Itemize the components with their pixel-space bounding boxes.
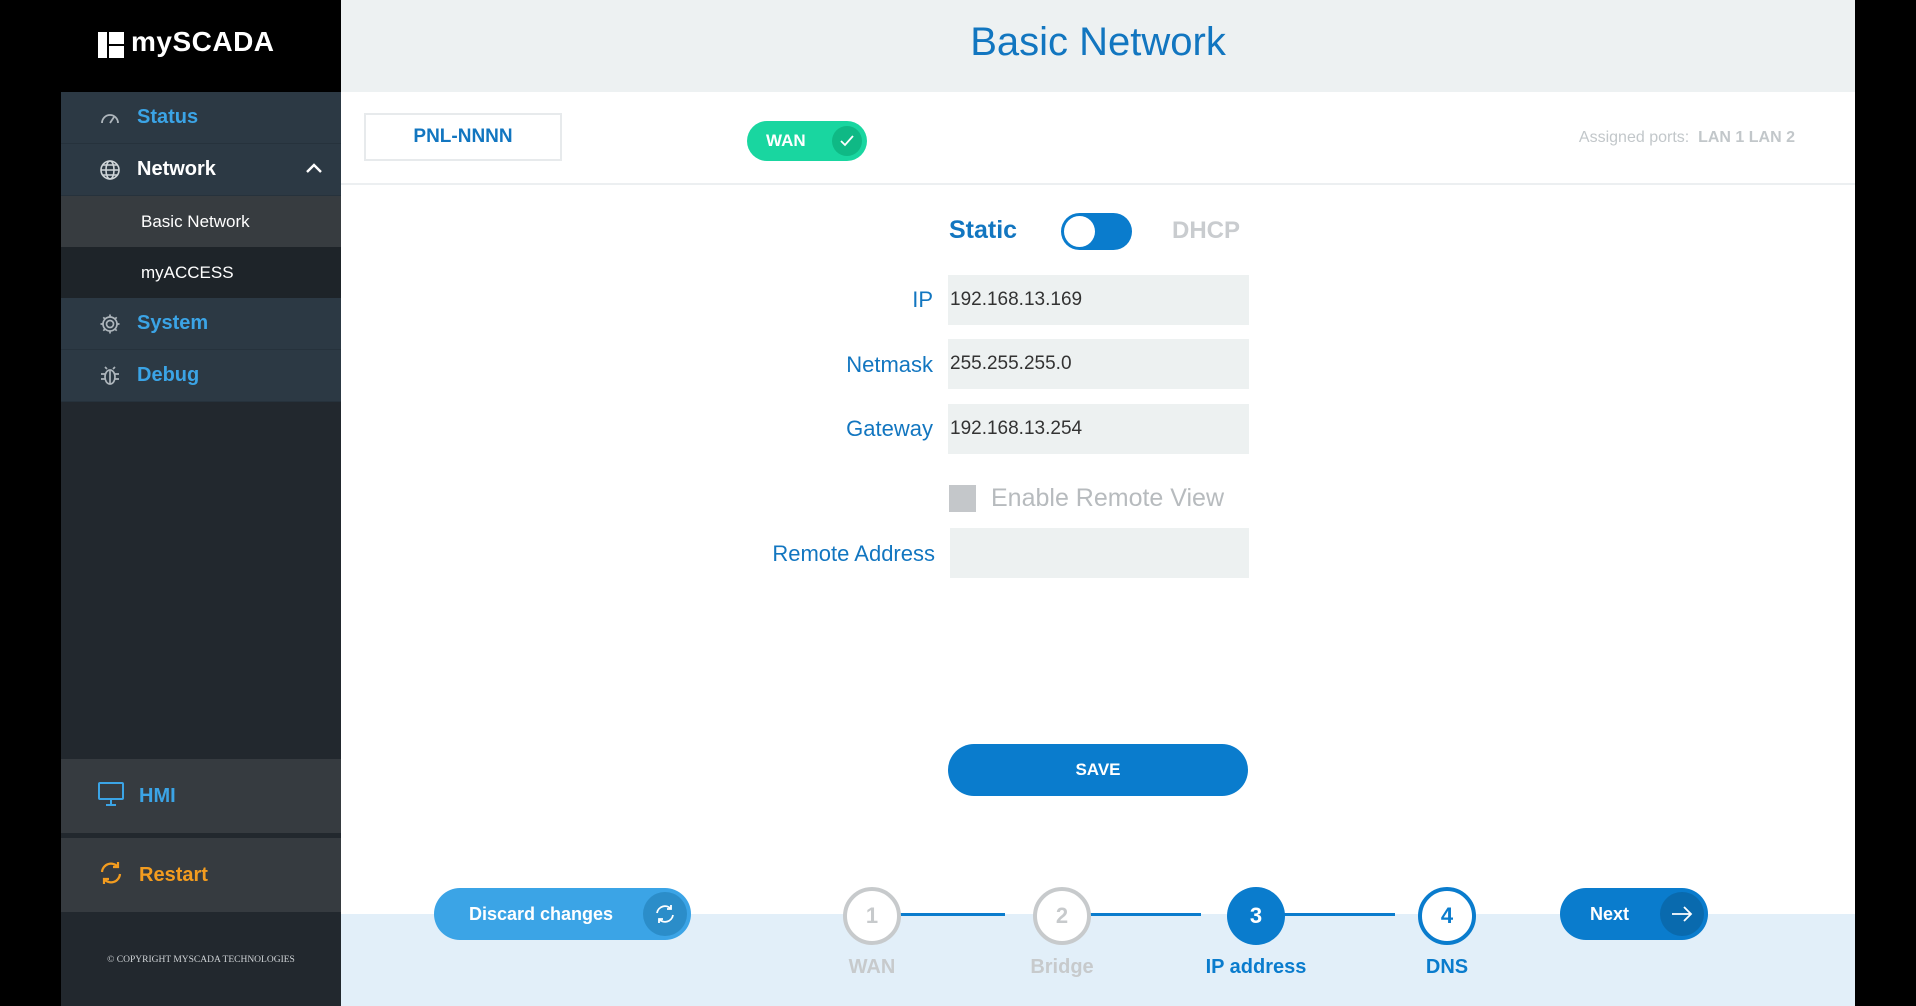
remote-address-label: Remote Address (772, 541, 935, 566)
step-1-wan[interactable]: 1 (843, 887, 901, 945)
bug-icon (97, 363, 123, 389)
sidebar-item-label: Network (137, 158, 216, 180)
step-2-bridge[interactable]: 2 (1033, 887, 1091, 945)
remote-address-field[interactable] (950, 528, 1249, 578)
assigned-ports: Assigned ports: LAN 1 LAN 2 (1579, 129, 1795, 147)
monitor-icon (97, 781, 125, 812)
sidebar-item-debug[interactable]: Debug (61, 350, 341, 402)
gauge-icon (97, 105, 123, 131)
device-name[interactable]: PNL-NNNN (364, 113, 562, 161)
toggle-knob (1064, 216, 1095, 247)
remote-view-label: Enable Remote View (991, 484, 1225, 512)
toolbar: PNL-NNNN WAN Assigned ports: LAN 1 LAN 2 (341, 92, 1855, 185)
arrow-right-icon (1660, 892, 1704, 936)
netmask-field[interactable]: 255.255.255.0 (948, 339, 1249, 389)
sidebar-item-hmi[interactable]: HMI (61, 759, 341, 833)
step-label-bridge: Bridge (1030, 956, 1094, 978)
hmi-label: HMI (139, 784, 176, 807)
copyright-text: © COPYRIGHT MYSCADA TECHNOLOGIES (107, 955, 295, 965)
netmask-label: Netmask (846, 352, 933, 377)
ports-value: LAN 1 LAN 2 (1698, 129, 1795, 146)
logo-grid-icon (98, 32, 124, 58)
sidebar-item-status[interactable]: Status (61, 92, 341, 144)
sidebar: mySCADA Status Network Basic Network myA… (61, 0, 341, 1006)
step-3-ip-address[interactable]: 3 (1227, 887, 1285, 945)
step-label-dns: DNS (1425, 956, 1469, 978)
static-dhcp-toggle[interactable] (1061, 213, 1132, 250)
sidebar-subitem-basic-network[interactable]: Basic Network (61, 196, 341, 247)
remote-view-checkbox[interactable] (949, 485, 976, 512)
brand-logo[interactable]: mySCADA (61, 0, 341, 92)
step-label-ip-address: IP address (1205, 956, 1307, 978)
ip-field[interactable]: 192.168.13.169 (948, 275, 1249, 325)
sidebar-nav: Status Network Basic Network myACCESS Sy… (61, 92, 341, 402)
refresh-icon (97, 860, 125, 891)
main-panel: Basic Network PNL-NNNN WAN Assigned port… (341, 0, 1855, 1006)
globe-icon (97, 157, 123, 183)
wan-toggle[interactable]: WAN (747, 121, 867, 161)
gateway-field[interactable]: 192.168.13.254 (948, 404, 1249, 454)
next-label: Next (1590, 903, 1630, 924)
mode-static-label[interactable]: Static (949, 216, 1017, 245)
step-4-dns[interactable]: 4 (1418, 887, 1476, 945)
restart-label: Restart (139, 863, 208, 886)
sidebar-subitem-myaccess[interactable]: myACCESS (61, 247, 341, 298)
gear-icon (97, 311, 123, 337)
chevron-up-icon[interactable] (305, 161, 323, 179)
page-title: Basic Network (970, 20, 1226, 64)
check-icon (832, 126, 862, 156)
refresh-icon (643, 892, 687, 936)
wan-label: WAN (766, 131, 806, 150)
page-header: Basic Network (341, 0, 1855, 92)
sidebar-item-restart[interactable]: Restart (61, 838, 341, 912)
app-frame: mySCADA Status Network Basic Network myA… (61, 0, 1855, 1006)
sidebar-item-label: System (137, 312, 209, 334)
gateway-label: Gateway (846, 416, 933, 441)
sidebar-item-network[interactable]: Network (61, 144, 341, 196)
brand-name: mySCADA (131, 26, 275, 57)
next-button[interactable]: Next (1560, 888, 1708, 940)
step-label-wan: WAN (848, 956, 896, 978)
discard-changes-button[interactable]: Discard changes (434, 888, 691, 940)
mode-dhcp-label[interactable]: DHCP (1172, 217, 1240, 245)
discard-label: Discard changes (469, 903, 614, 924)
ports-label: Assigned ports: (1578, 129, 1690, 146)
sidebar-item-label: Debug (137, 364, 200, 386)
ip-label: IP (912, 287, 933, 312)
sidebar-item-system[interactable]: System (61, 298, 341, 350)
sidebar-item-label: Status (137, 106, 199, 128)
save-button[interactable]: SAVE (948, 744, 1248, 796)
